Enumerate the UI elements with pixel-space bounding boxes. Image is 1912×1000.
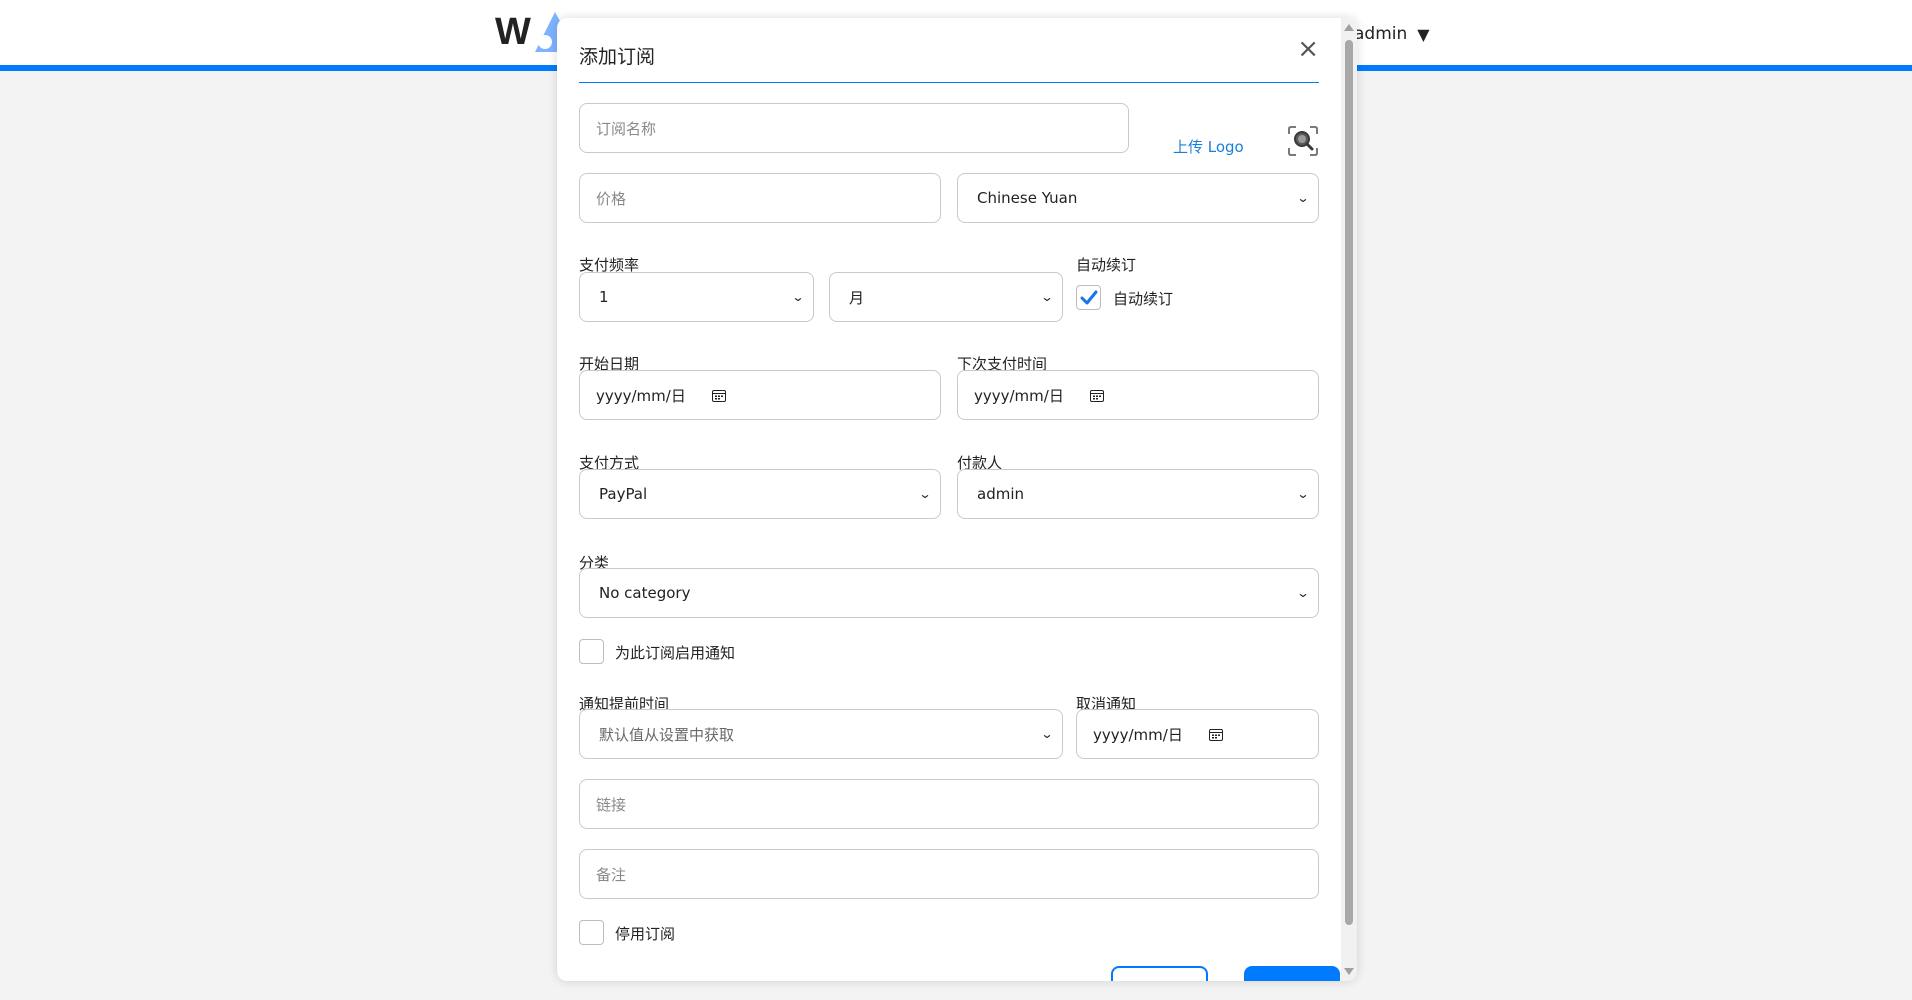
payer-value: admin xyxy=(977,485,1024,503)
chevron-down-icon: ⌄ xyxy=(1296,586,1310,600)
close-icon[interactable]: × xyxy=(1297,36,1319,62)
enable-notify-checkbox[interactable] xyxy=(579,639,604,664)
notes-placeholder: 备注 xyxy=(596,865,627,884)
calendar-icon[interactable] xyxy=(1208,728,1223,741)
logo-letter: W xyxy=(495,10,531,53)
subscription-name-input[interactable]: 订阅名称 xyxy=(579,103,1129,153)
cancel-notify-date-input[interactable]: yyyy/mm/日 xyxy=(1076,709,1319,759)
disable-subscription-checkbox[interactable] xyxy=(579,920,604,945)
url-input[interactable]: 链接 xyxy=(579,779,1319,829)
calendar-icon[interactable] xyxy=(711,389,726,402)
category-select[interactable]: No category ⌄ xyxy=(579,568,1319,618)
payment-method-value: PayPal xyxy=(599,485,648,503)
frequency-unit-select[interactable]: 月 ⌄ xyxy=(829,272,1063,322)
cancel-notify-value: yyyy/mm/日 xyxy=(1093,725,1183,744)
auto-renew-checkbox-label: 自动续订 xyxy=(1113,290,1174,308)
user-menu[interactable]: admin ▼ xyxy=(1354,24,1430,44)
chevron-down-icon: ⌄ xyxy=(1040,290,1054,304)
auto-renew-checkbox[interactable] xyxy=(1076,285,1101,310)
enable-notify-label: 为此订阅启用通知 xyxy=(615,644,736,662)
upload-logo-link[interactable]: 上传 Logo xyxy=(1173,136,1244,157)
start-date-value: yyyy/mm/日 xyxy=(596,386,686,405)
url-placeholder: 链接 xyxy=(596,795,627,814)
frequency-select[interactable]: 1 ⌄ xyxy=(579,272,814,322)
scroll-down-arrow-icon[interactable] xyxy=(1344,968,1354,975)
scroll-up-arrow-icon[interactable] xyxy=(1344,24,1354,31)
chevron-down-icon: ⌄ xyxy=(1040,727,1054,741)
auto-renew-label: 自动续订 xyxy=(1076,256,1137,274)
cancel-button[interactable] xyxy=(1111,966,1208,981)
frequency-unit-value: 月 xyxy=(849,288,865,307)
category-value: No category xyxy=(599,584,691,602)
user-name: admin xyxy=(1354,24,1408,44)
calendar-icon[interactable] xyxy=(1089,389,1104,402)
next-payment-value: yyyy/mm/日 xyxy=(974,386,1064,405)
modal-header: 添加订阅 × xyxy=(579,36,1319,83)
price-placeholder: 价格 xyxy=(596,189,627,208)
chevron-down-icon: ⌄ xyxy=(791,290,805,304)
chevron-down-icon: ⌄ xyxy=(1296,191,1310,205)
scroll-thumb[interactable] xyxy=(1345,40,1353,925)
chevron-down-icon: ⌄ xyxy=(918,487,932,501)
caret-down-icon: ▼ xyxy=(1417,24,1430,44)
add-subscription-modal: 添加订阅 × 订阅名称 上传 Logo 价格 Chinese Yuan ⌄ 支付… xyxy=(557,18,1357,981)
payment-method-select[interactable]: PayPal ⌄ xyxy=(579,469,941,519)
payer-select[interactable]: admin ⌄ xyxy=(957,469,1319,519)
modal-title: 添加订阅 xyxy=(579,46,656,68)
modal-scrollbar[interactable] xyxy=(1341,18,1357,981)
next-payment-input[interactable]: yyyy/mm/日 xyxy=(957,370,1319,420)
frequency-value: 1 xyxy=(599,288,609,306)
check-icon xyxy=(1080,290,1098,305)
start-date-input[interactable]: yyyy/mm/日 xyxy=(579,370,941,420)
disable-subscription-label: 停用订阅 xyxy=(615,925,676,943)
modal-content: 添加订阅 × 订阅名称 上传 Logo 价格 Chinese Yuan ⌄ 支付… xyxy=(579,18,1340,981)
save-button[interactable] xyxy=(1244,966,1340,981)
subscription-name-placeholder: 订阅名称 xyxy=(596,119,657,138)
search-icon[interactable] xyxy=(1287,125,1319,157)
currency-value: Chinese Yuan xyxy=(977,189,1078,207)
chevron-down-icon: ⌄ xyxy=(1296,487,1310,501)
notify-before-select[interactable]: 默认值从设置中获取 ⌄ xyxy=(579,709,1063,759)
currency-select[interactable]: Chinese Yuan ⌄ xyxy=(957,173,1319,223)
notify-before-value: 默认值从设置中获取 xyxy=(599,725,735,744)
notes-input[interactable]: 备注 xyxy=(579,849,1319,899)
price-input[interactable]: 价格 xyxy=(579,173,941,223)
